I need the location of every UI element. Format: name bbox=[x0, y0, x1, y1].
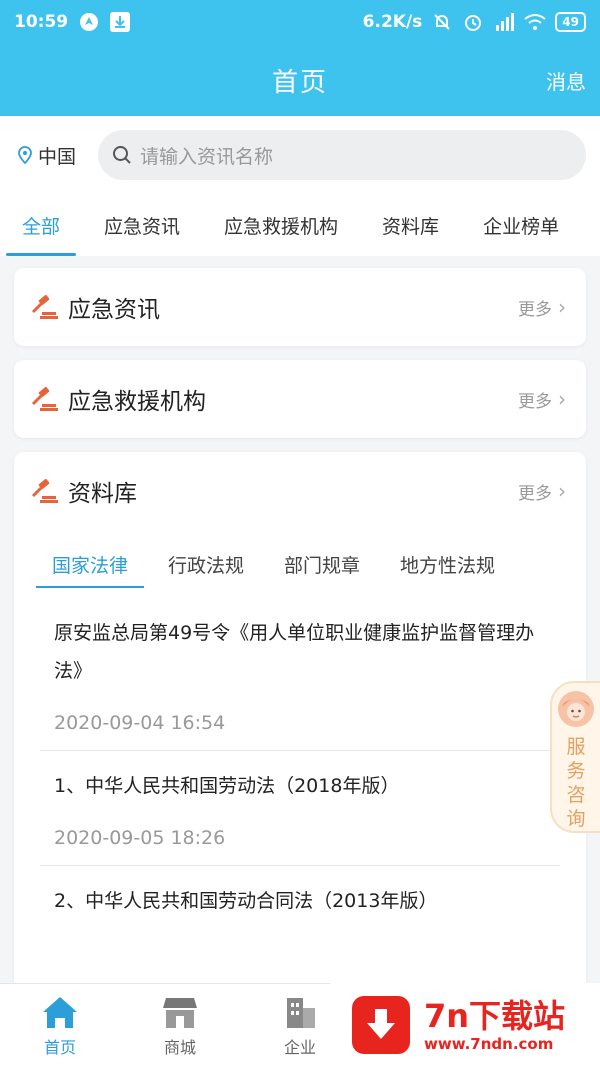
library-section-title: 资料库 bbox=[68, 481, 137, 507]
rescue-section-header: 应急救援机构 更多 › bbox=[14, 360, 586, 438]
more-label: 更多 bbox=[518, 299, 552, 320]
nav-store[interactable]: 商城 bbox=[120, 984, 240, 1067]
rescue-section-title: 应急救援机构 bbox=[68, 389, 206, 415]
store-icon bbox=[161, 994, 199, 1030]
messages-button[interactable]: 消息 bbox=[546, 66, 586, 95]
service-agent-icon bbox=[558, 691, 594, 727]
tab-all[interactable]: 全部 bbox=[0, 194, 82, 256]
subtab-department-rules[interactable]: 部门规章 bbox=[264, 530, 380, 598]
mute-bell-icon bbox=[431, 11, 453, 33]
watermark-logo: 7n下载站 www.7ndn.com bbox=[330, 983, 600, 1067]
chevron-right-icon: › bbox=[558, 295, 566, 319]
document-time: 2020-09-05 18:26 bbox=[54, 827, 226, 849]
nav-home-label: 首页 bbox=[43, 1037, 76, 1057]
library-section-card: 资料库 更多 › 国家法律 行政法规 部门规章 地方性法规 原安监总局第49号令… bbox=[14, 452, 586, 992]
news-section-title: 应急资讯 bbox=[68, 297, 160, 323]
more-label: 更多 bbox=[518, 391, 552, 412]
app-header: 10:59 6.2K/s 49 首页 消息 bbox=[0, 0, 600, 116]
nav-store-label: 商城 bbox=[163, 1037, 196, 1057]
network-speed: 6.2K/s bbox=[362, 12, 423, 32]
page-title: 首页 bbox=[271, 67, 328, 98]
location-label: 中国 bbox=[38, 145, 77, 168]
alarm-icon bbox=[462, 11, 484, 33]
category-tabs: 全部 应急资讯 应急救援机构 资料库 企业榜单 bbox=[0, 194, 600, 256]
document-list: 原安监总局第49号令《用人单位职业健康监护监督管理办法》 2020-09-04 … bbox=[14, 598, 586, 936]
tab-company-rankings[interactable]: 企业榜单 bbox=[461, 194, 581, 256]
title-bar: 首页 消息 bbox=[0, 44, 600, 116]
status-time: 10:59 bbox=[14, 12, 69, 32]
more-label: 更多 bbox=[518, 483, 552, 504]
list-item[interactable]: 1、中华人民共和国劳动法（2018年版） 2020-09-05 18:26 bbox=[40, 751, 560, 866]
subtab-local-regulations[interactable]: 地方性法规 bbox=[380, 530, 515, 598]
tab-rescue-agencies[interactable]: 应急救援机构 bbox=[202, 194, 360, 256]
nav-company-label: 企业 bbox=[283, 1037, 316, 1057]
subtab-national-law[interactable]: 国家法律 bbox=[32, 530, 148, 598]
search-icon bbox=[112, 145, 132, 165]
rescue-section-card: 应急救援机构 更多 › bbox=[14, 360, 586, 438]
download-arrow-icon bbox=[352, 996, 410, 1054]
watermark-url: www.7ndn.com bbox=[424, 1035, 554, 1053]
chevron-right-icon: › bbox=[558, 387, 566, 411]
nav-home[interactable]: 首页 bbox=[0, 984, 120, 1067]
location-selector[interactable]: 中国 bbox=[18, 142, 98, 169]
navigation-icon bbox=[78, 11, 100, 33]
list-item[interactable]: 原安监总局第49号令《用人单位职业健康监护监督管理办法》 2020-09-04 … bbox=[40, 598, 560, 751]
news-section-header: 应急资讯 更多 › bbox=[14, 268, 586, 346]
library-subtabs: 国家法律 行政法规 部门规章 地方性法规 bbox=[14, 530, 586, 598]
wifi-icon bbox=[524, 11, 546, 33]
rescue-more-link[interactable]: 更多 › bbox=[518, 387, 566, 412]
subtab-administrative-regulations[interactable]: 行政法规 bbox=[148, 530, 264, 598]
list-item[interactable]: 2、中华人民共和国劳动合同法（2013年版） bbox=[40, 866, 560, 936]
document-title: 2、中华人民共和国劳动合同法（2013年版） bbox=[54, 890, 438, 912]
search-input[interactable]: 请输入资讯名称 bbox=[98, 130, 586, 180]
battery-indicator: 49 bbox=[555, 12, 586, 32]
service-consult-button[interactable]: 服务咨询 bbox=[550, 681, 600, 833]
signal-icon bbox=[493, 11, 515, 33]
library-more-link[interactable]: 更多 › bbox=[518, 479, 566, 504]
download-icon bbox=[110, 12, 131, 32]
news-more-link[interactable]: 更多 › bbox=[518, 295, 566, 320]
location-pin-icon bbox=[18, 146, 32, 165]
status-bar: 10:59 6.2K/s 49 bbox=[0, 0, 600, 44]
home-icon bbox=[41, 994, 79, 1030]
document-title: 原安监总局第49号令《用人单位职业健康监护监督管理办法》 bbox=[54, 622, 535, 682]
news-section-card: 应急资讯 更多 › bbox=[14, 268, 586, 346]
tab-emergency-news[interactable]: 应急资讯 bbox=[82, 194, 202, 256]
search-placeholder: 请输入资讯名称 bbox=[140, 145, 274, 168]
gavel-icon bbox=[30, 385, 58, 413]
chevron-right-icon: › bbox=[558, 479, 566, 503]
building-icon bbox=[281, 994, 319, 1030]
document-time: 2020-09-04 16:54 bbox=[54, 712, 226, 734]
search-row: 中国 请输入资讯名称 bbox=[0, 116, 600, 194]
service-consult-label: 服务咨询 bbox=[566, 736, 586, 830]
document-title: 1、中华人民共和国劳动法（2018年版） bbox=[54, 775, 400, 797]
library-section-header: 资料库 更多 › bbox=[14, 452, 586, 530]
watermark-title: 7n下载站 bbox=[424, 997, 566, 1035]
gavel-icon bbox=[30, 477, 58, 505]
tab-library[interactable]: 资料库 bbox=[360, 194, 461, 256]
gavel-icon bbox=[30, 293, 58, 321]
